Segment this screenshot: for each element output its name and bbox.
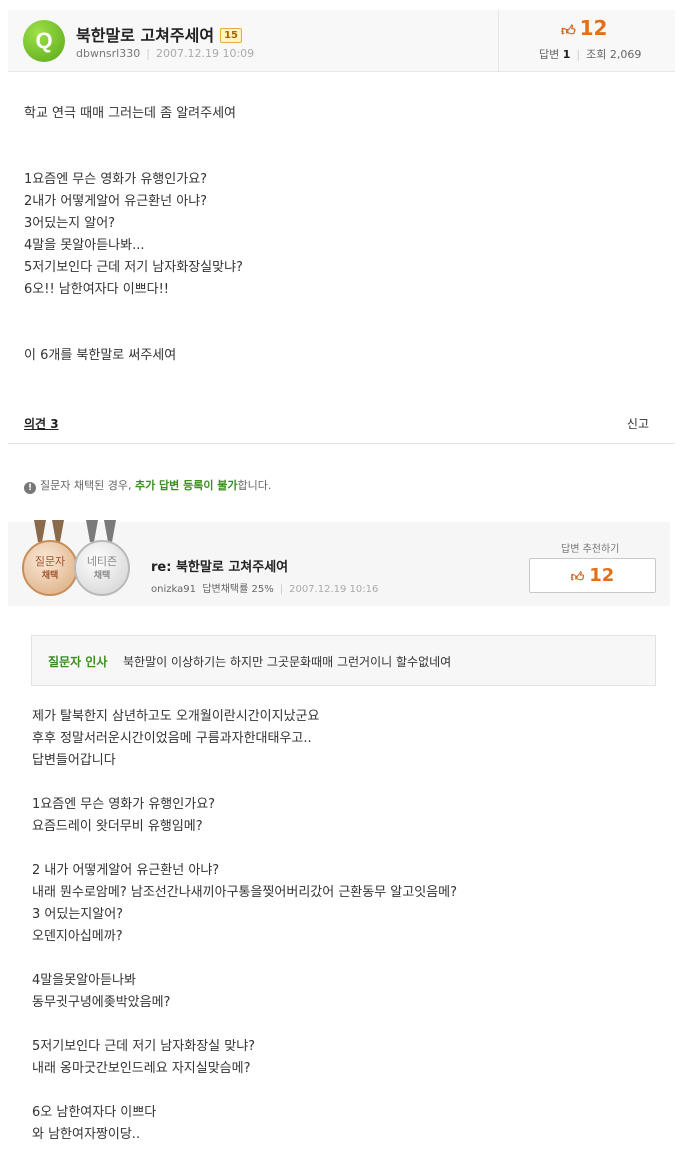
meta-divider: | xyxy=(279,584,284,595)
answer-line: 내래 뭔수로암메? 남조선간나새끼아구통을찢어버리갔어 근환동무 알고잇음메? xyxy=(32,885,458,900)
answer-line: 요즘드레이 왓더무비 유행임메? xyxy=(32,819,203,834)
question-title: 북한말로 고쳐주세여 15 xyxy=(76,22,242,46)
greeting-label: 질문자 인사 xyxy=(48,655,108,669)
report-link[interactable]: 신고 xyxy=(627,415,649,432)
question-like-count: 👍︎ 12 xyxy=(561,16,607,40)
opinion-row: 의견 3 신고 xyxy=(8,412,675,444)
question-stats-panel: 👍︎ 12 답변 1 | 조회 2,069 xyxy=(498,10,675,72)
views-count: 2,069 xyxy=(609,48,642,61)
answer-line: 답변들어갑니다 xyxy=(32,753,116,768)
ribbon-icon xyxy=(34,520,46,542)
questioner-adopted-medal-icon: 질문자 채택 xyxy=(22,540,78,596)
answer-line: 제가 탈북한지 삼년하고도 오개월이란시간이지났군요 xyxy=(32,709,320,724)
info-icon: ! xyxy=(24,482,36,494)
recommend-button[interactable]: 👍︎ 12 xyxy=(529,558,656,593)
answer-date: 2007.12.19 10:16 xyxy=(289,584,379,595)
netizen-adopted-medal-icon: 네티즌 채택 xyxy=(74,540,130,596)
question-line: 6오!! 남한여자다 이쁘다!! xyxy=(24,282,170,297)
question-line: 5저기보인다 근데 저기 남자화장실맞냐? xyxy=(24,260,243,275)
question-like-value: 12 xyxy=(579,16,608,40)
question-date: 2007.12.19 10:09 xyxy=(155,47,255,60)
answer-line: 1요즘엔 무슨 영화가 유행인가요? xyxy=(32,797,216,812)
notice-highlight: 추가 답변 등록이 불가 xyxy=(134,479,238,492)
answer-line: 2 내가 어떻게알어 유근환넌 아냐? xyxy=(32,863,220,878)
answer-title: re: 북한말로 고쳐주세여 xyxy=(151,560,289,575)
answer-adopt-rate: 답변채택률 25% xyxy=(202,584,274,595)
thumbs-up-icon: 👍︎ xyxy=(570,570,585,585)
recommend-count: 12 xyxy=(589,565,615,586)
question-header: Q 북한말로 고쳐주세여 15 dbwnsrl330 | 2007.12.19 10:… xyxy=(8,10,675,72)
answer-line: 6오 남한여자다 이쁘다 xyxy=(32,1105,157,1120)
greeting-text: 북한말이 이상하기는 하지만 그곳문화때매 그런거이니 할수없네여 xyxy=(123,655,452,669)
level-badge: 15 xyxy=(220,28,242,43)
ribbon-icon xyxy=(86,520,98,542)
question-line: 1요즘엔 무슨 영화가 유행인가요? xyxy=(24,172,208,187)
question-line: 4말을 못알아듣나봐... xyxy=(24,238,145,253)
recommend-label: 답변 추천하기 xyxy=(561,544,620,555)
question-line: 2내가 어떻게알어 유근환넌 아냐? xyxy=(24,194,208,209)
answer-body: 제가 탈북한지 삼년하고도 오개월이란시간이지났군요 후후 정말서러운시간이었음… xyxy=(32,706,457,1146)
thumbs-up-icon: 👍︎ xyxy=(561,23,576,39)
answer-line: 내래 옹마굿간보인드레요 자지실맞슴메? xyxy=(32,1061,251,1076)
notice-text-after: 합니다. xyxy=(237,479,272,492)
question-meta: dbwnsrl330 | 2007.12.19 10:09 xyxy=(76,47,254,60)
answer-header: 질문자 채택 네티즌 채택 re: 북한말로 고쳐주세여 onizka91 답변… xyxy=(8,520,670,606)
question-stats: 답변 1 | 조회 2,069 xyxy=(539,46,641,62)
views-label: 조회 xyxy=(586,48,607,61)
question-line: 3어딨는지 알어? xyxy=(24,216,116,231)
answer-line: 3 어딨는지알어? xyxy=(32,907,124,922)
questioner-greeting-box: 질문자 인사 북한말이 이상하기는 하지만 그곳문화때매 그런거이니 할수없네여 xyxy=(31,635,656,686)
question-q-icon: Q xyxy=(23,20,65,62)
medal-netizen-sub: 채택 xyxy=(93,571,111,581)
answer-line: 5저기보인다 근데 저기 남자화장실 맞냐? xyxy=(32,1039,256,1054)
answer-line: 와 남한여자짱이당.. xyxy=(32,1127,141,1142)
adoption-notice: ! 질문자 채택된 경우, 추가 답변 등록이 불가합니다. xyxy=(24,477,271,494)
answer-line: 4말을못알아듣나봐 xyxy=(32,973,136,988)
medal-netizen-label: 네티즌 xyxy=(86,555,118,568)
medal-questioner-sub: 채택 xyxy=(41,571,59,581)
question-body: 학교 연극 때매 그러는데 좀 알려주세여 1요즘엔 무슨 영화가 유행인가요?… xyxy=(24,103,243,367)
ribbon-icon xyxy=(104,520,116,542)
notice-text-before: 질문자 채택된 경우, xyxy=(40,479,135,492)
question-outro: 이 6개를 북한말로 써주세여 xyxy=(24,348,177,363)
answer-author[interactable]: onizka91 xyxy=(151,584,196,595)
medal-questioner-label: 질문자 xyxy=(34,555,66,568)
answers-count: 1 xyxy=(562,48,571,61)
meta-divider: | xyxy=(146,47,150,60)
answers-label: 답변 xyxy=(539,48,560,61)
question-author[interactable]: dbwnsrl330 xyxy=(76,47,140,60)
question-intro: 학교 연극 때매 그러는데 좀 알려주세여 xyxy=(24,106,237,121)
question-title-text: 북한말로 고쳐주세여 xyxy=(76,26,215,45)
ribbon-icon xyxy=(52,520,64,542)
answer-line: 오덴지아십메까? xyxy=(32,929,123,944)
opinion-link[interactable]: 의견 3 xyxy=(24,415,59,432)
answer-meta: onizka91 답변채택률 25% | 2007.12.19 10:16 xyxy=(151,580,378,595)
stats-divider: | xyxy=(576,48,581,61)
answer-line: 후후 정말서러운시간이었음메 구름과자한대태우고.. xyxy=(32,731,312,746)
answer-line: 동무귓구녕에좆박았음메? xyxy=(32,995,171,1010)
